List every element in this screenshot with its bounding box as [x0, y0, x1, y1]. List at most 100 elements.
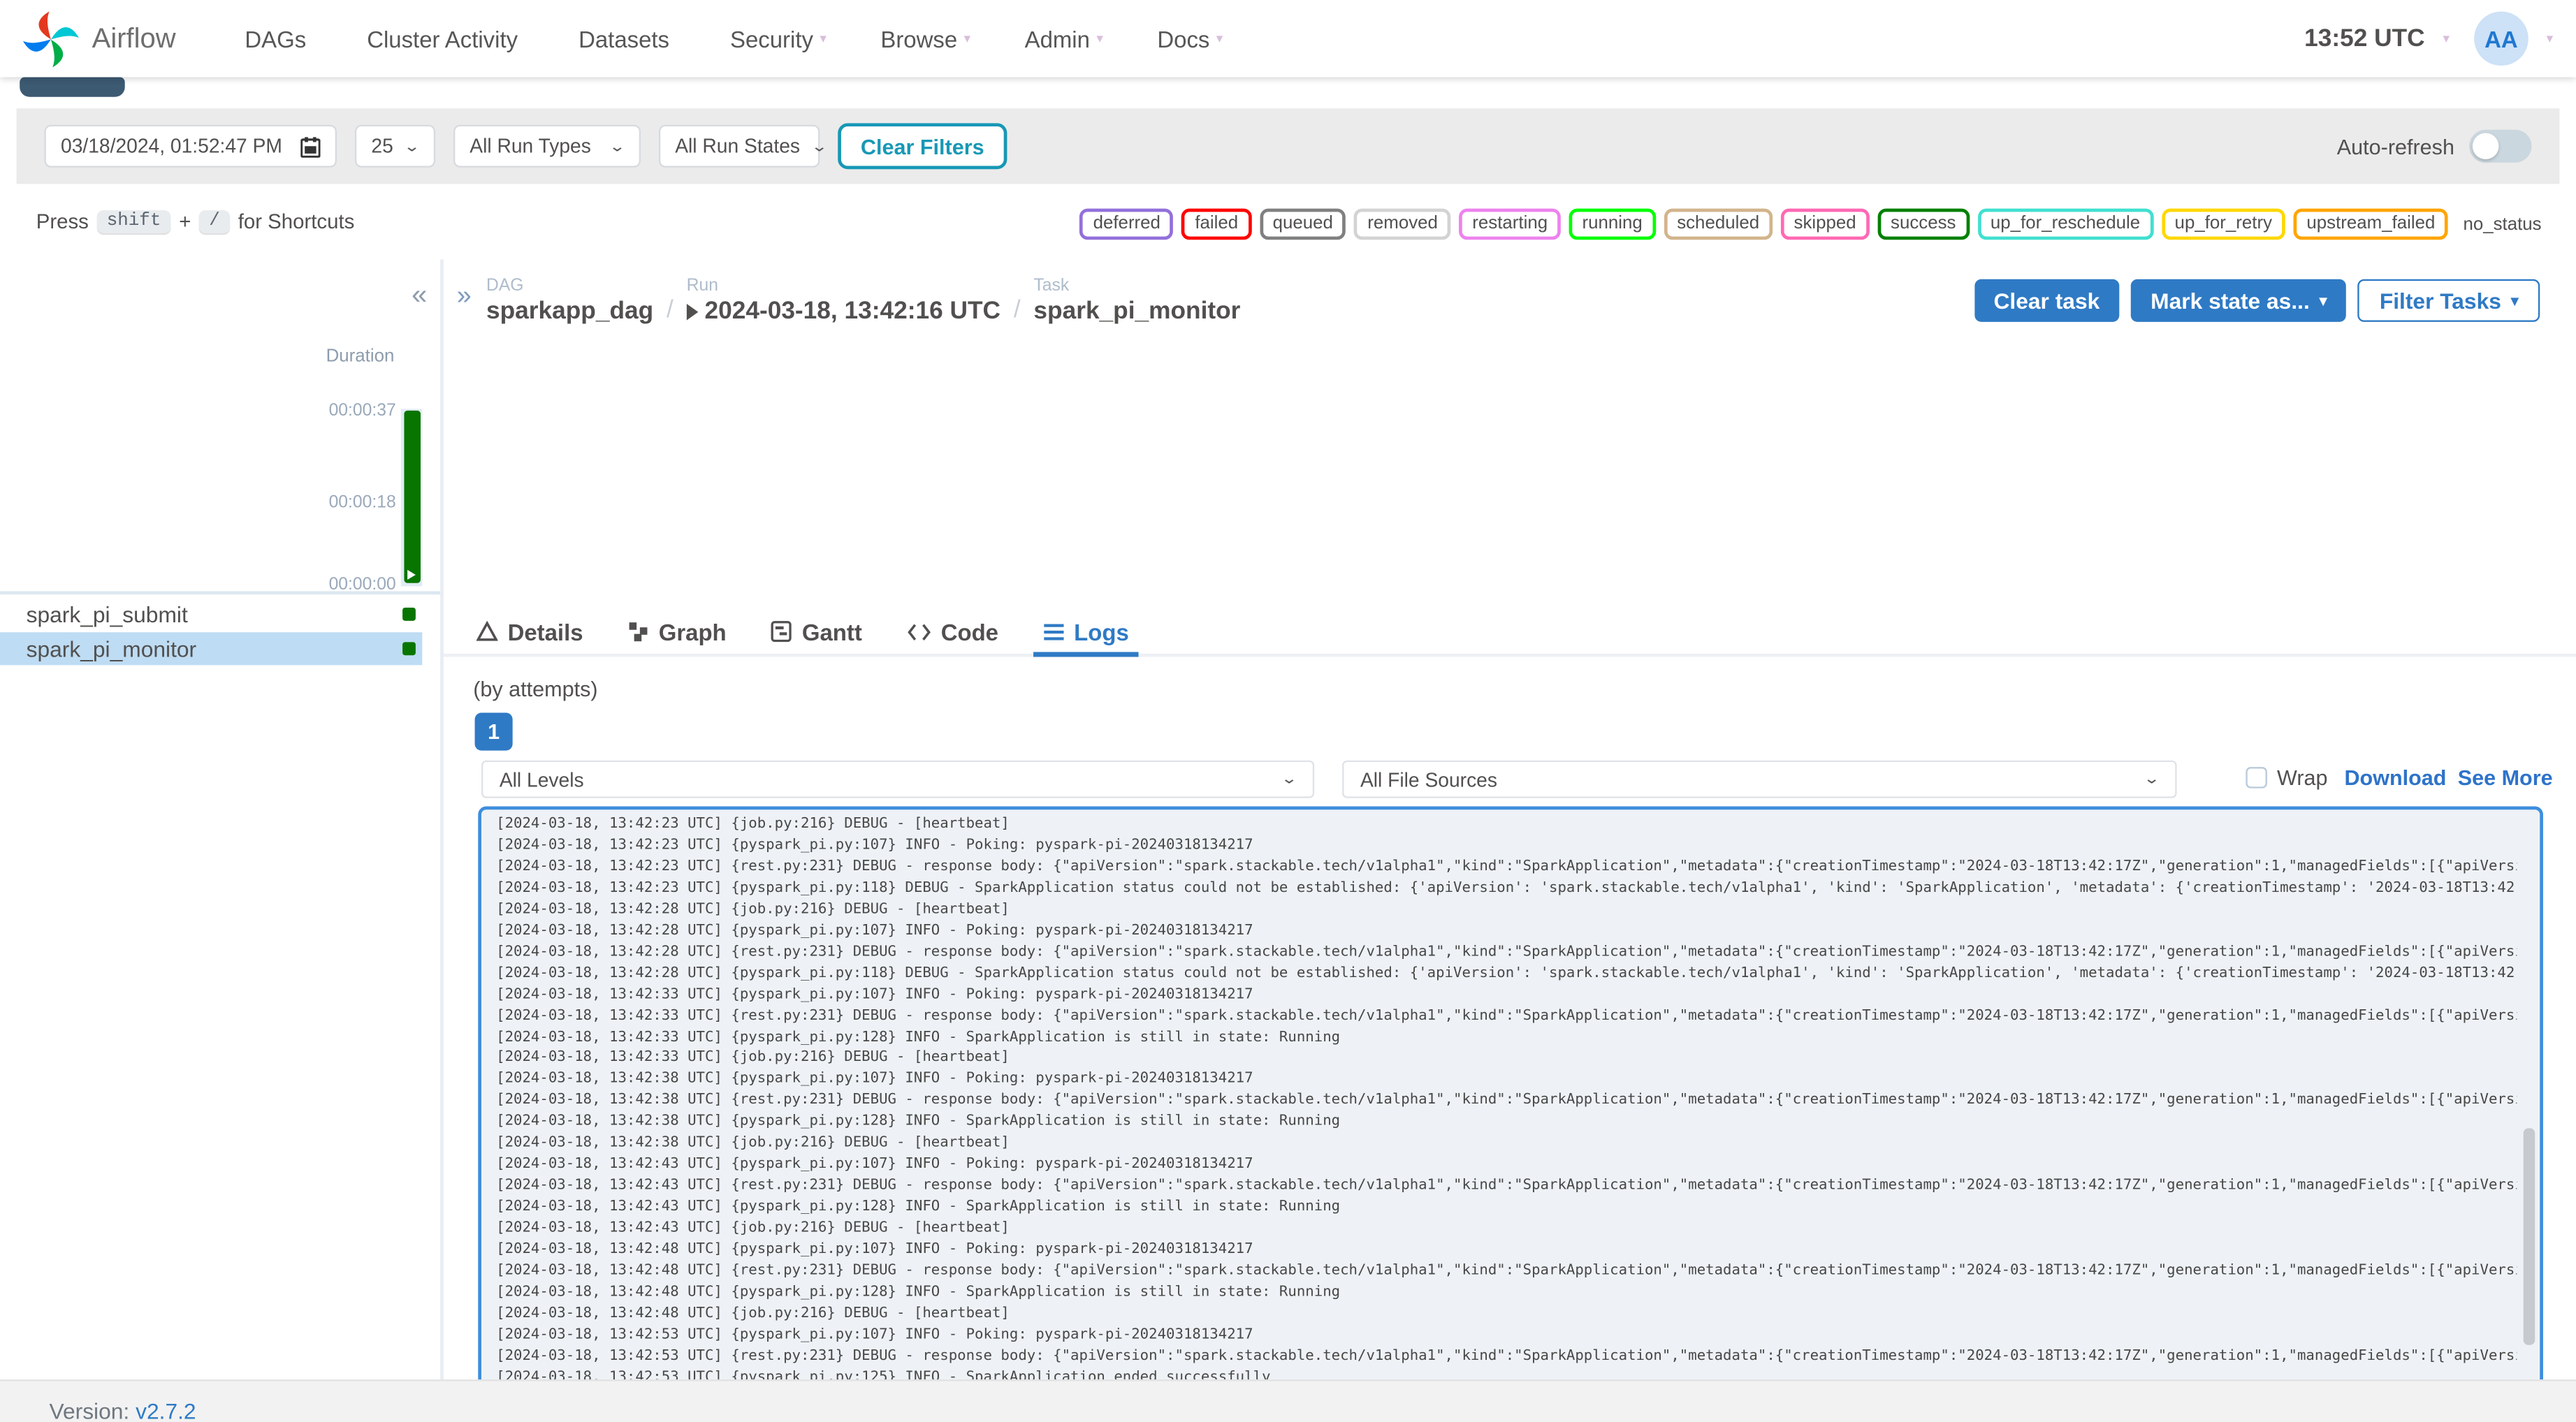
state-badge: restarting — [1459, 208, 1561, 240]
version-link[interactable]: v2.7.2 — [136, 1399, 196, 1422]
task-actions: Clear task Mark state as... ▾ Filter Task… — [1974, 279, 2540, 322]
base-date-value: 03/18/2024, 01:52:47 PM — [61, 134, 282, 158]
clear-task-button[interactable]: Clear task — [1974, 279, 2120, 322]
attempt-1-button[interactable]: 1 — [474, 712, 513, 751]
log-line: [2024-03-18, 13:42:28 UTC] {pyspark_pi.p… — [496, 965, 2517, 982]
vertical-scrollbar-thumb[interactable] — [2523, 1128, 2535, 1345]
auto-refresh-toggle[interactable] — [2469, 129, 2532, 163]
state-badge: upstream_failed — [2293, 208, 2449, 240]
chevron-down-icon: ▾ — [2443, 31, 2450, 46]
selected-run-play-icon — [407, 569, 416, 580]
download-link[interactable]: Download — [2344, 765, 2446, 790]
shift-key: shift — [96, 210, 171, 233]
state-badge: running — [1569, 208, 1656, 240]
avatar[interactable]: AA — [2474, 11, 2528, 66]
shortcut-hint: Press shift + / for Shortcuts — [36, 210, 354, 233]
task-name[interactable]: spark_pi_monitor — [1033, 298, 1240, 325]
tab-gantt[interactable]: Gantt — [771, 609, 862, 653]
run-states-value: All Run States — [675, 134, 801, 158]
log-line: [2024-03-18, 13:42:38 UTC] {pyspark_pi.p… — [496, 1114, 1341, 1131]
sidebar-task-spark-pi-submit[interactable]: spark_pi_submit — [0, 598, 422, 631]
chevron-down-icon: ⌄ — [2144, 770, 2162, 787]
airflow-logo[interactable]: Airflow — [22, 10, 176, 67]
run-duration-bar[interactable] — [404, 410, 421, 583]
file-sources-value: All File Sources — [1360, 768, 1498, 791]
dag-name[interactable]: sparkapp_dag — [486, 298, 653, 325]
log-line: [2024-03-18, 13:42:38 UTC] {job.py:216} … — [496, 1135, 1010, 1152]
log-lines: [2024-03-18, 13:42:23 UTC] {job.py:216} … — [496, 814, 2517, 1422]
see-more-link[interactable]: See More — [2458, 765, 2553, 790]
sidebar-task-spark-pi-monitor[interactable]: spark_pi_monitor — [0, 632, 423, 666]
filter-tasks-button[interactable]: Filter Tasks ▾ — [2358, 279, 2540, 322]
log-levels-select[interactable]: All Levels ⌄ — [481, 760, 1315, 798]
nav-menu-item[interactable]: Cluster Activity — [367, 25, 524, 52]
base-date-input[interactable]: 03/18/2024, 01:52:47 PM — [44, 124, 337, 168]
details-icon — [476, 620, 498, 641]
page-size-select[interactable]: 25 ⌄ — [354, 124, 435, 168]
state-badge: scheduled — [1664, 208, 1773, 240]
log-line: [2024-03-18, 13:42:23 UTC] {rest.py:231}… — [496, 858, 2517, 876]
airflow-app: Airflow DAGs Cluster Activity Datasets S… — [0, 0, 2576, 1422]
tab-graph[interactable]: Graph — [627, 609, 727, 653]
task-success-square[interactable] — [402, 608, 416, 621]
state-badge: skipped — [1780, 208, 1870, 240]
log-levels-value: All Levels — [499, 768, 584, 791]
chevron-down-icon: ▾ — [2319, 291, 2327, 308]
log-line: [2024-03-18, 13:42:38 UTC] {pyspark_pi.p… — [496, 1071, 1253, 1088]
nav-menu-item[interactable]: Admin ▾ — [1025, 25, 1103, 52]
task-success-square[interactable] — [402, 642, 416, 656]
run-types-select[interactable]: All Run Types ⌄ — [453, 124, 641, 168]
mark-state-button[interactable]: Mark state as... ▾ — [2130, 279, 2347, 322]
main-area: « Duration 00:00:37 00:00:18 00:00:00 sp… — [0, 259, 2576, 1422]
file-sources-select[interactable]: All File Sources ⌄ — [1342, 760, 2177, 798]
task-label: Task — [1033, 276, 1070, 296]
log-line: [2024-03-18, 13:42:48 UTC] {pyspark_pi.p… — [496, 1241, 1253, 1259]
chevron-down-icon: ▾ — [1096, 31, 1103, 46]
page-size-value: 25 — [371, 134, 393, 158]
log-line: [2024-03-18, 13:42:43 UTC] {job.py:216} … — [496, 1220, 1010, 1237]
log-output-panel: [2024-03-18, 13:42:23 UTC] {job.py:216} … — [478, 806, 2543, 1422]
nav-menu-item[interactable]: Browse ▾ — [880, 25, 970, 52]
chevron-down-icon: ▾ — [1216, 31, 1223, 46]
nav-menu-item[interactable]: Datasets — [578, 25, 676, 52]
log-line: [2024-03-18, 13:42:33 UTC] {rest.py:231}… — [496, 1007, 2517, 1025]
shortcut-text: Press — [36, 210, 89, 233]
chevron-down-icon: ⌄ — [1281, 770, 1299, 787]
clear-filters-button[interactable]: Clear Filters — [837, 123, 1007, 170]
log-line: [2024-03-18, 13:42:48 UTC] {pyspark_pi.p… — [496, 1284, 1341, 1301]
collapse-sidebar-icon[interactable]: « — [412, 279, 427, 312]
log-line: [2024-03-18, 13:42:48 UTC] {job.py:216} … — [496, 1305, 1010, 1322]
log-line: [2024-03-18, 13:42:53 UTC] {pyspark_pi.p… — [496, 1326, 1253, 1344]
top-navbar: Airflow DAGs Cluster Activity Datasets S… — [0, 0, 2576, 78]
utc-clock[interactable]: 13:52 UTC — [2304, 24, 2424, 52]
tab-code[interactable]: Code — [906, 609, 998, 653]
vertical-scrollbar[interactable] — [2522, 813, 2536, 1422]
wrap-checkbox[interactable] — [2246, 767, 2267, 789]
expand-panel-icon[interactable]: » — [457, 282, 472, 311]
run-play-icon — [686, 302, 699, 320]
run-name[interactable]: 2024-03-18, 13:42:16 UTC — [686, 298, 1000, 325]
log-line: [2024-03-18, 13:42:28 UTC] {job.py:216} … — [496, 901, 1010, 918]
run-states-select[interactable]: All Run States ⌄ — [658, 124, 828, 168]
state-legend: deferred failed queued removed restartin… — [1079, 208, 2542, 240]
chevron-down-icon: ⌄ — [609, 137, 627, 154]
logs-icon — [1043, 623, 1063, 640]
tab-logs[interactable]: Logs — [1033, 609, 1140, 657]
log-line: [2024-03-18, 13:42:43 UTC] {pyspark_pi.p… — [496, 1199, 1341, 1216]
pinwheel-logo-icon — [22, 10, 79, 67]
toggle-knob — [2472, 133, 2499, 160]
state-badge: up_for_reschedule — [1977, 208, 2153, 240]
state-badge: up_for_retry — [2161, 208, 2285, 240]
nav-menu-item[interactable]: Docs ▾ — [1157, 25, 1223, 52]
nav-menu-item[interactable]: DAGs — [245, 25, 312, 52]
log-line: [2024-03-18, 13:42:23 UTC] {job.py:216} … — [496, 816, 1010, 833]
breadcrumb-dag: DAG sparkapp_dag — [486, 276, 653, 325]
state-badge: queued — [1259, 208, 1346, 240]
log-filters-row: All Levels ⌄ All File Sources ⌄ Wrap Dow… — [444, 760, 2576, 798]
task-detail-panel: » DAG sparkapp_dag / Run 2024-03-18, 13:… — [443, 260, 2576, 1422]
nav-menu-item[interactable]: Security ▾ — [730, 25, 827, 52]
log-line: [2024-03-18, 13:42:28 UTC] {pyspark_pi.p… — [496, 922, 1253, 939]
breadcrumb-run: Run 2024-03-18, 13:42:16 UTC — [686, 276, 1000, 325]
grid-sidebar: « Duration 00:00:37 00:00:18 00:00:00 sp… — [0, 260, 441, 1380]
tab-details[interactable]: Details — [476, 609, 583, 653]
